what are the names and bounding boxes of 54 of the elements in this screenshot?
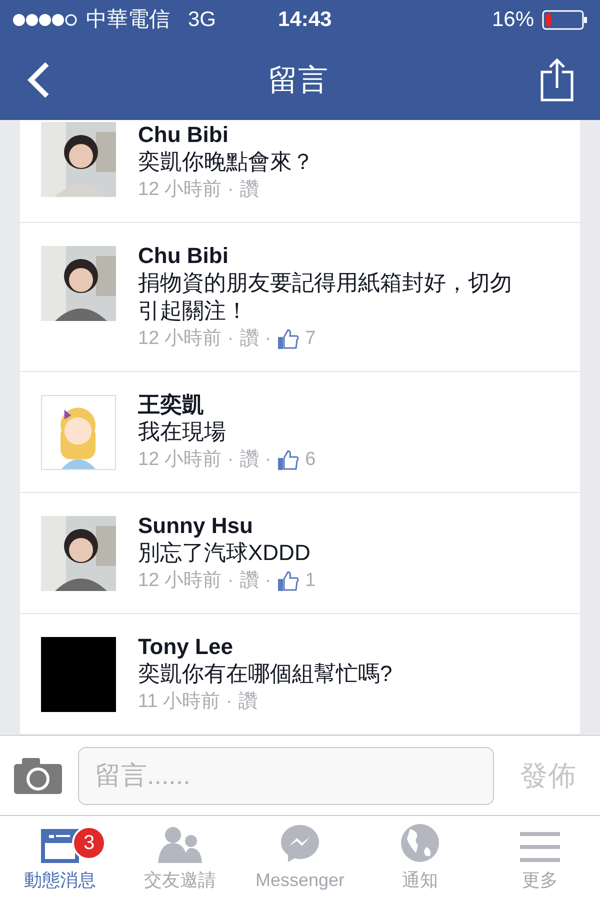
- separator-dot: ·: [227, 448, 234, 472]
- like-link[interactable]: 讚: [240, 176, 259, 204]
- commenter-name[interactable]: Chu Bibi: [138, 243, 518, 269]
- page-title: 留言: [268, 62, 328, 98]
- comment-text: 我在現場: [138, 418, 227, 446]
- carrier-name: 中華電信: [86, 7, 170, 34]
- separator-dot: ·: [227, 178, 234, 202]
- comment-text: 奕凱你有在哪個組幫忙嗎?: [138, 660, 392, 688]
- comment-time: 12 小時前: [138, 569, 222, 593]
- like-count: 6: [305, 448, 316, 472]
- separator-dot: ·: [227, 569, 234, 593]
- commenter-name[interactable]: 王奕凱: [138, 392, 316, 418]
- thumbs-up-icon: [277, 449, 300, 471]
- network-type: 3G: [188, 7, 216, 34]
- comment-text: 捐物資的朋友要記得用紙箱封好，切勿引起關注！: [138, 269, 513, 325]
- battery-icon: [542, 10, 588, 30]
- comment-text: 別忘了汽球XDDD: [138, 539, 312, 567]
- like-count: 1: [305, 569, 316, 593]
- menu-icon: [520, 831, 560, 863]
- like-count: 7: [305, 327, 316, 351]
- separator-dot: ·: [226, 690, 232, 714]
- comment-input[interactable]: 留言......: [78, 746, 494, 804]
- tab[interactable]: 通知: [360, 816, 480, 900]
- separator-dot: ·: [264, 569, 272, 593]
- post-button[interactable]: 發佈: [510, 754, 586, 796]
- comment-time: 12 小時前: [138, 448, 222, 472]
- chat-bubble-icon: [280, 823, 320, 863]
- battery-percent: 16%: [492, 7, 534, 34]
- tab[interactable]: Messenger: [240, 816, 360, 900]
- comment-text: 奕凱你晚點會來？: [138, 148, 314, 176]
- separator-dot: ·: [227, 327, 234, 351]
- commenter-name[interactable]: Chu Bibi: [138, 122, 314, 148]
- camera-icon[interactable]: [14, 758, 62, 794]
- comment-time: 11 小時前: [138, 690, 220, 714]
- share-button[interactable]: [540, 58, 574, 102]
- commenter-name[interactable]: Tony Lee: [138, 634, 392, 660]
- separator-dot: ·: [264, 448, 272, 472]
- thumbs-up-icon: [277, 328, 300, 350]
- commenter-name[interactable]: Sunny Hsu: [138, 513, 316, 539]
- comment-time: 12 小時前: [138, 178, 222, 202]
- clock: 14:43: [278, 7, 332, 34]
- comment-time: 12 小時前: [138, 327, 222, 351]
- like-link[interactable]: 讚: [240, 567, 259, 595]
- separator-dot: ·: [264, 327, 272, 351]
- like-link[interactable]: 讚: [240, 325, 259, 353]
- notification-badge: 3: [72, 826, 106, 860]
- like-link[interactable]: 讚: [238, 688, 258, 716]
- tab[interactable]: 更多: [480, 816, 600, 900]
- tab[interactable]: 交友邀請: [120, 816, 240, 900]
- like-link[interactable]: 讚: [240, 446, 259, 474]
- thumbs-up-icon: [277, 570, 300, 592]
- tab[interactable]: 3 動態消息: [0, 816, 120, 900]
- globe-icon: [400, 823, 440, 863]
- people-icon: [156, 825, 204, 863]
